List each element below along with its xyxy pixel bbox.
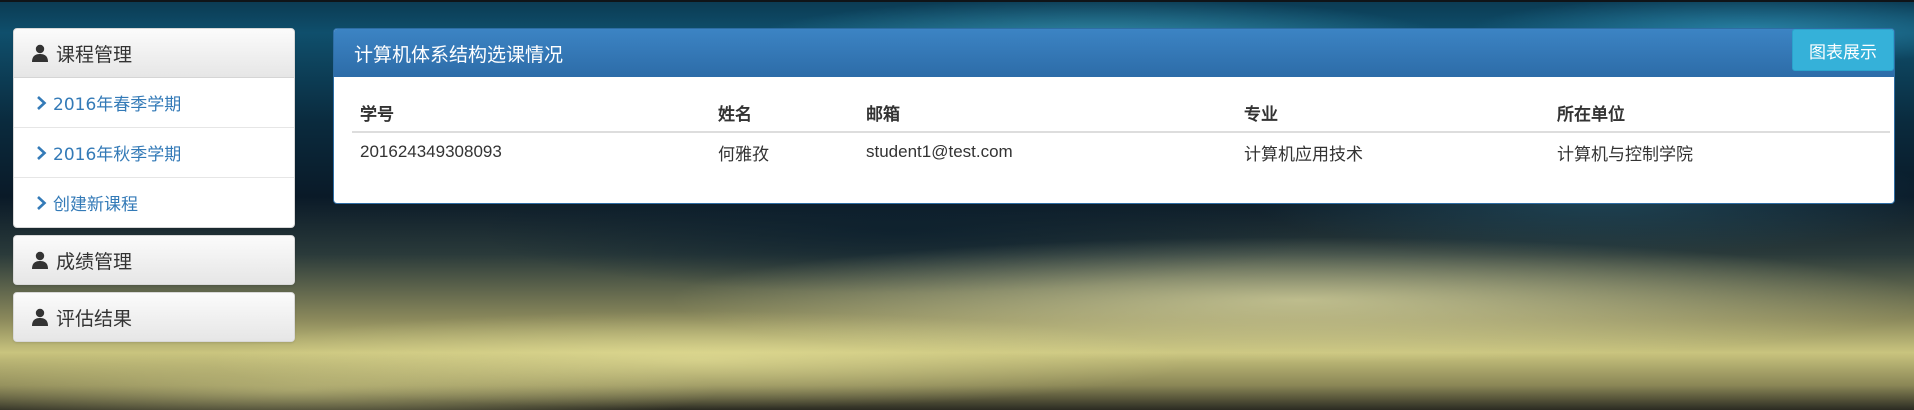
- enrollment-table: 学号 姓名 邮箱 专业 所在单位 201624349308093 何雅孜 stu…: [352, 93, 1890, 171]
- column-header-student-id: 学号: [352, 93, 710, 133]
- sidebar-item-label: 2016年春季学期: [53, 95, 182, 115]
- user-icon: [32, 251, 48, 269]
- enrollment-panel: 计算机体系结构选课情况 图表展示 学号 姓名 邮箱 专业 所在单位 201624…: [333, 28, 1895, 204]
- user-icon: [32, 308, 48, 326]
- cell-department: 计算机与控制学院: [1557, 144, 1693, 165]
- chevron-right-icon: [37, 195, 47, 210]
- evaluation-results-panel: 评估结果: [13, 292, 295, 342]
- user-icon: [32, 44, 48, 62]
- column-header-email: 邮箱: [858, 93, 1236, 133]
- grade-management-header[interactable]: 成绩管理: [14, 236, 294, 284]
- sidebar-item-spring-2016[interactable]: 2016年春季学期: [14, 78, 294, 128]
- column-header-name: 姓名: [710, 93, 858, 133]
- evaluation-results-label: 评估结果: [56, 307, 133, 330]
- evaluation-results-header[interactable]: 评估结果: [14, 293, 294, 341]
- sidebar-item-create-course[interactable]: 创建新课程: [14, 178, 294, 227]
- chevron-right-icon: [37, 145, 47, 160]
- sidebar-item-label: 创建新课程: [53, 195, 138, 215]
- top-edge: [0, 0, 1914, 2]
- page-title: 计算机体系结构选课情况: [354, 43, 564, 66]
- course-management-panel: 课程管理 2016年春季学期 2016年秋季学期 创建新课程: [13, 28, 295, 228]
- cell-major: 计算机应用技术: [1244, 144, 1363, 165]
- enrollment-panel-header: 计算机体系结构选课情况 图表展示: [334, 29, 1894, 77]
- sidebar-item-label: 2016年秋季学期: [53, 145, 182, 165]
- cell-student-id: 201624349308093: [360, 142, 502, 161]
- course-management-header[interactable]: 课程管理: [14, 29, 294, 78]
- grade-management-panel: 成绩管理: [13, 235, 295, 285]
- column-header-department: 所在单位: [1549, 93, 1890, 133]
- table-row: 201624349308093 何雅孜 student1@test.com 计算…: [352, 132, 1890, 171]
- cell-email: student1@test.com: [866, 142, 1013, 161]
- course-management-label: 课程管理: [56, 43, 133, 66]
- column-header-major: 专业: [1236, 93, 1549, 133]
- cell-name: 何雅孜: [718, 144, 769, 165]
- course-management-list: 2016年春季学期 2016年秋季学期 创建新课程: [14, 78, 294, 227]
- table-header-row: 学号 姓名 邮箱 专业 所在单位: [352, 93, 1890, 133]
- sidebar: 课程管理 2016年春季学期 2016年秋季学期 创建新课程 成绩管理 评估结果: [13, 28, 295, 349]
- chevron-right-icon: [37, 95, 47, 110]
- sidebar-item-autumn-2016[interactable]: 2016年秋季学期: [14, 128, 294, 178]
- grade-management-label: 成绩管理: [56, 250, 133, 273]
- chart-display-button[interactable]: 图表展示: [1792, 29, 1894, 71]
